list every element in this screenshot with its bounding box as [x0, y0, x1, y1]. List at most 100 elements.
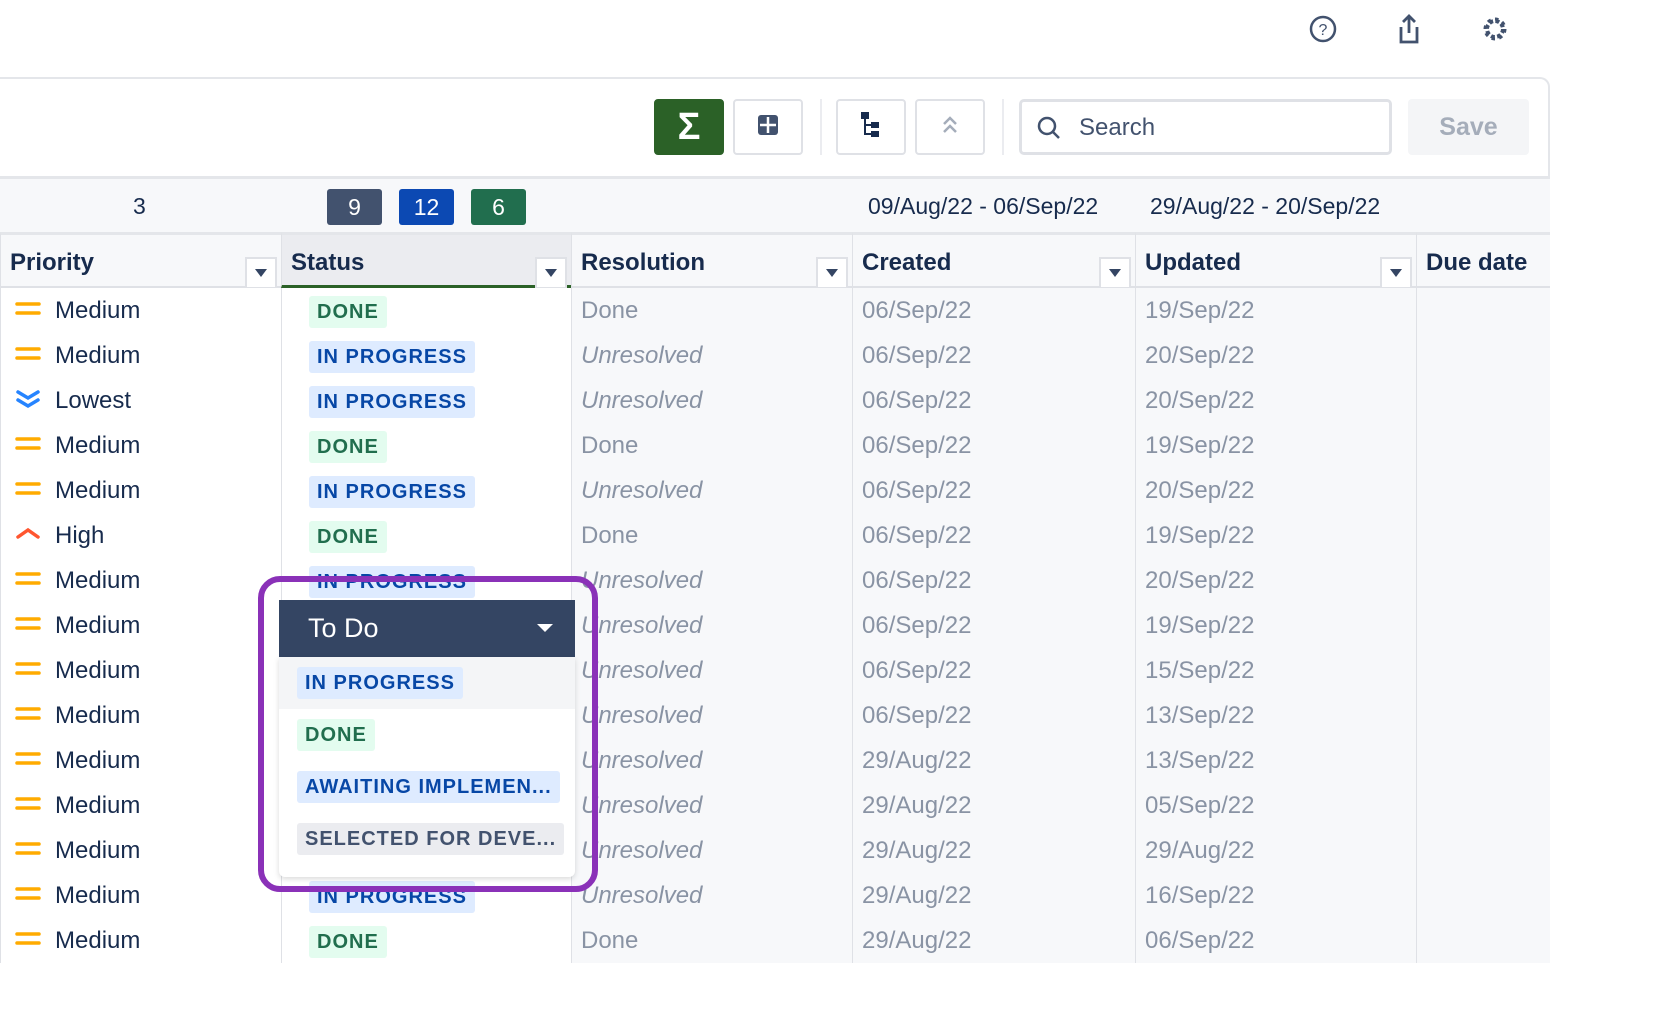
resolution-cell: Unresolved — [571, 603, 852, 648]
due-date-cell — [1416, 828, 1550, 873]
table-row[interactable]: Medium IN PROGRESS Unresolved 06/Sep/22 20/S… — [0, 558, 1550, 603]
created-cell: 29/Aug/22 — [852, 828, 1135, 873]
status-option[interactable]: IN PROGRESS — [279, 657, 575, 709]
column-label: Priority — [10, 249, 95, 276]
sum-button[interactable]: Σ — [654, 99, 724, 155]
table-row[interactable]: Medium DONE Done 06/Sep/22 19/Sep/22 — [0, 423, 1550, 468]
double-chevron-up-icon — [940, 114, 960, 141]
created-cell: 06/Sep/22 — [852, 513, 1135, 558]
resolution-cell: Unresolved — [571, 333, 852, 378]
table-row[interactable]: Medium Unresolved 29/Aug/22 05/Sep/22 — [0, 783, 1550, 828]
search-icon — [1036, 115, 1062, 146]
filter-dropdown-icon[interactable] — [535, 257, 567, 289]
help-icon[interactable]: ? — [1306, 12, 1340, 46]
column-header-updated[interactable]: Updated — [1135, 232, 1416, 289]
hierarchy-button[interactable] — [836, 99, 906, 155]
created-cell: 29/Aug/22 — [852, 738, 1135, 783]
created-cell: 06/Sep/22 — [852, 333, 1135, 378]
status-options: IN PROGRESS DONE AWAITING IMPLEMEN... SELEC… — [279, 657, 575, 877]
filter-dropdown-icon[interactable] — [1380, 257, 1412, 289]
table-row[interactable]: Medium Unresolved 06/Sep/22 13/Sep/22 — [0, 693, 1550, 738]
status-cell[interactable]: IN PROGRESS — [281, 468, 571, 513]
inprogress-count-badge: 12 — [399, 189, 454, 225]
priority-cell: Medium — [0, 918, 281, 963]
table-row[interactable]: High DONE Done 06/Sep/22 19/Sep/22 — [0, 513, 1550, 558]
updated-cell: 15/Sep/22 — [1135, 648, 1416, 693]
grid-button[interactable] — [733, 99, 803, 155]
priority-cell: Medium — [0, 693, 281, 738]
search-input[interactable]: Search — [1019, 99, 1392, 155]
due-date-cell — [1416, 558, 1550, 603]
priority-medium-icon — [15, 829, 55, 874]
collapse-button[interactable] — [915, 99, 985, 155]
status-lozenge[interactable]: DONE — [309, 926, 387, 958]
status-option[interactable]: DONE — [279, 709, 575, 761]
option-lozenge: DONE — [297, 719, 375, 751]
column-header-priority[interactable]: Priority — [0, 232, 281, 289]
status-cell[interactable]: DONE — [281, 288, 571, 333]
table-row[interactable]: Medium IN PROGRESS Unresolved 06/Sep/22 20/S… — [0, 333, 1550, 378]
table-row[interactable]: Medium Unresolved 29/Aug/22 13/Sep/22 — [0, 738, 1550, 783]
status-lozenge[interactable]: DONE — [309, 521, 387, 553]
resolution-cell: Unresolved — [571, 648, 852, 693]
status-lozenge[interactable]: IN PROGRESS — [309, 341, 475, 373]
status-lozenge[interactable]: DONE — [309, 296, 387, 328]
status-lozenge[interactable]: DONE — [309, 431, 387, 463]
status-cell[interactable]: DONE — [281, 423, 571, 468]
created-cell: 06/Sep/22 — [852, 468, 1135, 513]
column-header-status[interactable]: Status — [281, 232, 571, 289]
option-lozenge: IN PROGRESS — [297, 667, 463, 699]
updated-cell: 13/Sep/22 — [1135, 738, 1416, 783]
priority-label: Medium — [55, 297, 141, 324]
status-cell[interactable]: DONE — [281, 918, 571, 963]
priority-cell: Medium — [0, 468, 281, 513]
priority-label: Medium — [55, 927, 141, 954]
summary-row: 3 9 12 6 09/Aug/22 - 06/Sep/22 29/Aug/22… — [0, 176, 1550, 232]
table-row[interactable]: Medium DONE Done 29/Aug/22 06/Sep/22 — [0, 918, 1550, 963]
priority-cell: High — [0, 513, 281, 558]
table-row[interactable]: Medium IN PROGRESS Unresolved 06/Sep/22 20/S… — [0, 468, 1550, 513]
priority-lowest-icon — [15, 379, 55, 424]
priority-cell: Medium — [0, 873, 281, 918]
status-cell[interactable]: IN PROGRESS — [281, 333, 571, 378]
column-header-resolution[interactable]: Resolution — [571, 232, 852, 289]
column-header-due-date[interactable]: Due date — [1416, 232, 1550, 288]
status-lozenge[interactable]: IN PROGRESS — [309, 476, 475, 508]
due-date-cell — [1416, 513, 1550, 558]
table-row[interactable]: Lowest IN PROGRESS Unresolved 06/Sep/22 20/S… — [0, 378, 1550, 423]
table-row[interactable]: Medium DONE Done 06/Sep/22 19/Sep/22 — [0, 288, 1550, 333]
table-row[interactable]: Medium Unresolved 06/Sep/22 19/Sep/22 — [0, 603, 1550, 648]
table-row[interactable]: Medium Unresolved 06/Sep/22 15/Sep/22 — [0, 648, 1550, 693]
due-date-cell — [1416, 783, 1550, 828]
svg-text:?: ? — [1319, 22, 1328, 39]
resolution-cell: Done — [571, 918, 852, 963]
created-cell: 06/Sep/22 — [852, 378, 1135, 423]
status-lozenge[interactable]: IN PROGRESS — [309, 386, 475, 418]
resolution-cell: Done — [571, 288, 852, 333]
priority-medium-icon — [15, 739, 55, 784]
column-header-created[interactable]: Created — [852, 232, 1135, 289]
share-icon[interactable] — [1392, 12, 1426, 46]
hierarchy-icon — [859, 111, 883, 144]
due-date-cell — [1416, 423, 1550, 468]
status-cell[interactable]: DONE — [281, 513, 571, 558]
priority-medium-icon — [15, 289, 55, 334]
todo-count-badge: 9 — [327, 189, 382, 225]
created-cell: 06/Sep/22 — [852, 423, 1135, 468]
status-select[interactable]: To Do — [279, 600, 575, 657]
filter-dropdown-icon[interactable] — [1099, 257, 1131, 289]
table-row[interactable]: Medium IN PROGRESS Unresolved 29/Aug/22 16/S… — [0, 873, 1550, 918]
gear-icon[interactable] — [1478, 12, 1512, 46]
save-button[interactable]: Save — [1408, 99, 1529, 155]
priority-medium-icon — [15, 874, 55, 919]
filter-dropdown-icon[interactable] — [816, 257, 848, 289]
status-cell[interactable]: IN PROGRESS — [281, 378, 571, 423]
status-option[interactable]: SELECTED FOR DEVE... — [279, 813, 575, 865]
table-row[interactable]: Medium Unresolved 29/Aug/22 29/Aug/22 — [0, 828, 1550, 873]
status-option[interactable]: AWAITING IMPLEMEN... — [279, 761, 575, 813]
due-date-cell — [1416, 693, 1550, 738]
filter-dropdown-icon[interactable] — [245, 257, 277, 289]
priority-medium-icon — [15, 919, 55, 964]
priority-cell: Medium — [0, 783, 281, 828]
created-cell: 06/Sep/22 — [852, 603, 1135, 648]
